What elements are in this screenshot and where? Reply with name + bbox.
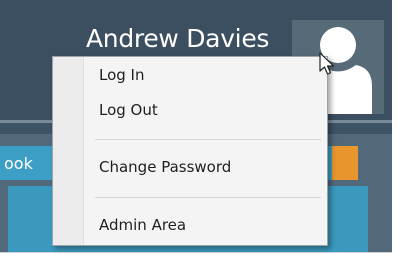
menu-item-log-out[interactable]: Log Out [83,98,327,122]
menu-separator [95,197,321,198]
menu-item-log-in[interactable]: Log In [83,63,327,87]
menu-item-change-password[interactable]: Change Password [83,155,327,179]
mouse-pointer-icon [319,52,335,75]
menu-icon-gutter [53,57,84,245]
user-dropdown-menu: Log In Log Out Change Password Admin Are… [52,56,328,246]
tile-label: ook [4,154,33,173]
menu-separator [95,139,321,140]
tile-accent [332,146,358,180]
menu-item-admin-area[interactable]: Admin Area [83,213,327,237]
screenshot-stage: Andrew Davies ook Log In Log Out Change … [0,0,399,259]
user-name-label[interactable]: Andrew Davies [86,20,269,58]
